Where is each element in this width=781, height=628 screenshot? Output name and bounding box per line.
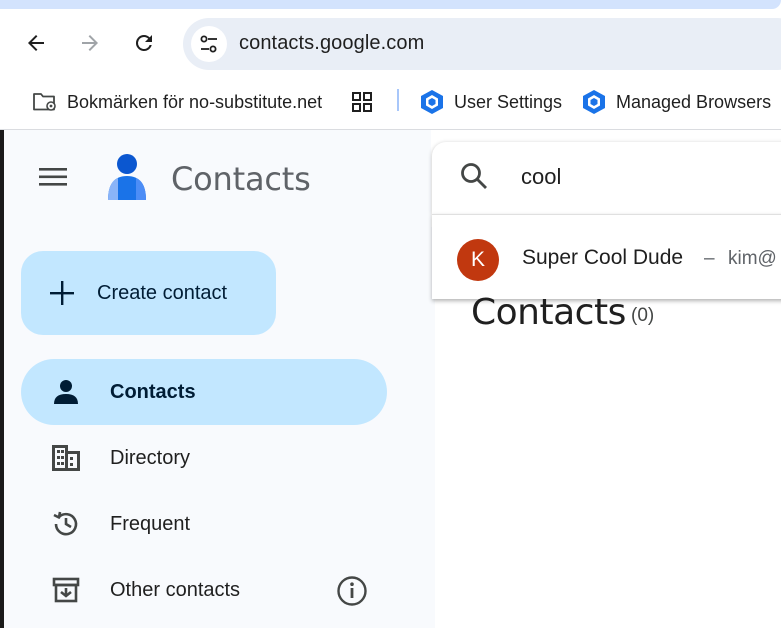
sidebar-item-label: Other contacts	[110, 578, 241, 601]
archive-icon	[49, 573, 83, 607]
reload-icon	[135, 34, 152, 51]
info-icon	[337, 576, 367, 606]
contacts-count: (0)	[631, 305, 655, 326]
search-bar[interactable]: cool	[432, 142, 781, 214]
sidebar-item-label: Contacts	[110, 380, 196, 403]
search-suggestions: K Super Cool Dude – kim@	[432, 214, 781, 299]
main-menu-button[interactable]	[33, 157, 73, 197]
bookmark-label: Managed Browsers	[616, 91, 772, 112]
url-text[interactable]: contacts.google.com	[239, 32, 424, 55]
suggestion-name: Super Cool Dude	[522, 246, 684, 269]
create-contact-label: Create contact	[97, 281, 228, 304]
search-icon[interactable]	[458, 160, 490, 197]
bookmark-label: User Settings	[454, 91, 563, 112]
page-title: Contacts	[471, 292, 626, 333]
sidebar-item-label: Directory	[110, 446, 191, 469]
sidebar-item-label: Frequent	[110, 512, 191, 535]
other-contacts-info-button[interactable]	[333, 572, 371, 610]
active-tab-edge[interactable]	[0, 0, 781, 9]
plus-icon	[50, 281, 74, 305]
suggestion-separator: –	[704, 248, 715, 269]
building-icon	[49, 441, 83, 475]
create-contact-button[interactable]: Create contact	[21, 251, 276, 335]
bookmark-user-settings[interactable]: User Settings	[419, 87, 562, 117]
person-icon	[49, 375, 83, 409]
hamburger-menu-icon	[39, 168, 67, 186]
bookmark-separator	[397, 89, 399, 111]
suggestion-email: kim@	[728, 248, 777, 269]
bookmark-managed-folder[interactable]: Bokmärken för no-substitute.net	[32, 87, 322, 117]
hexagon-icon	[583, 90, 605, 114]
sidebar-item-contacts[interactable]: Contacts	[21, 359, 387, 425]
app-title: Contacts	[171, 160, 311, 198]
address-bar[interactable]: contacts.google.com	[183, 18, 781, 70]
history-icon	[49, 507, 83, 541]
window-edge	[0, 130, 4, 628]
reload-button[interactable]	[128, 27, 160, 59]
contacts-logo-icon[interactable]	[102, 152, 152, 209]
forward-button[interactable]	[74, 27, 106, 59]
tab-strip	[0, 0, 781, 9]
search-input[interactable]: cool	[521, 164, 561, 190]
sidebar-item-frequent[interactable]: Frequent	[21, 491, 387, 557]
contacts-page: Contacts Create contact Contacts Directo…	[0, 130, 781, 628]
folder-managed-icon	[33, 93, 56, 111]
browser-toolbar: contacts.google.com	[0, 9, 781, 77]
apps-button[interactable]	[350, 87, 374, 117]
site-info-button[interactable]	[191, 26, 227, 62]
avatar: K	[457, 239, 499, 281]
back-arrow-icon	[28, 35, 44, 51]
sidebar-item-directory[interactable]: Directory	[21, 425, 387, 491]
bookmarks-bar: Bokmärken för no-substitute.net User Set…	[0, 77, 781, 130]
apps-grid-icon	[352, 92, 372, 112]
bookmark-label: Bokmärken för no-substitute.net	[67, 91, 323, 112]
bookmark-managed-browsers[interactable]: Managed Browsers	[581, 87, 771, 117]
back-button[interactable]	[20, 27, 52, 59]
suggestion-row[interactable]: K Super Cool Dude – kim@	[432, 223, 781, 295]
hexagon-icon	[421, 90, 443, 114]
tune-icon	[200, 35, 217, 53]
forward-arrow-icon	[82, 35, 98, 51]
